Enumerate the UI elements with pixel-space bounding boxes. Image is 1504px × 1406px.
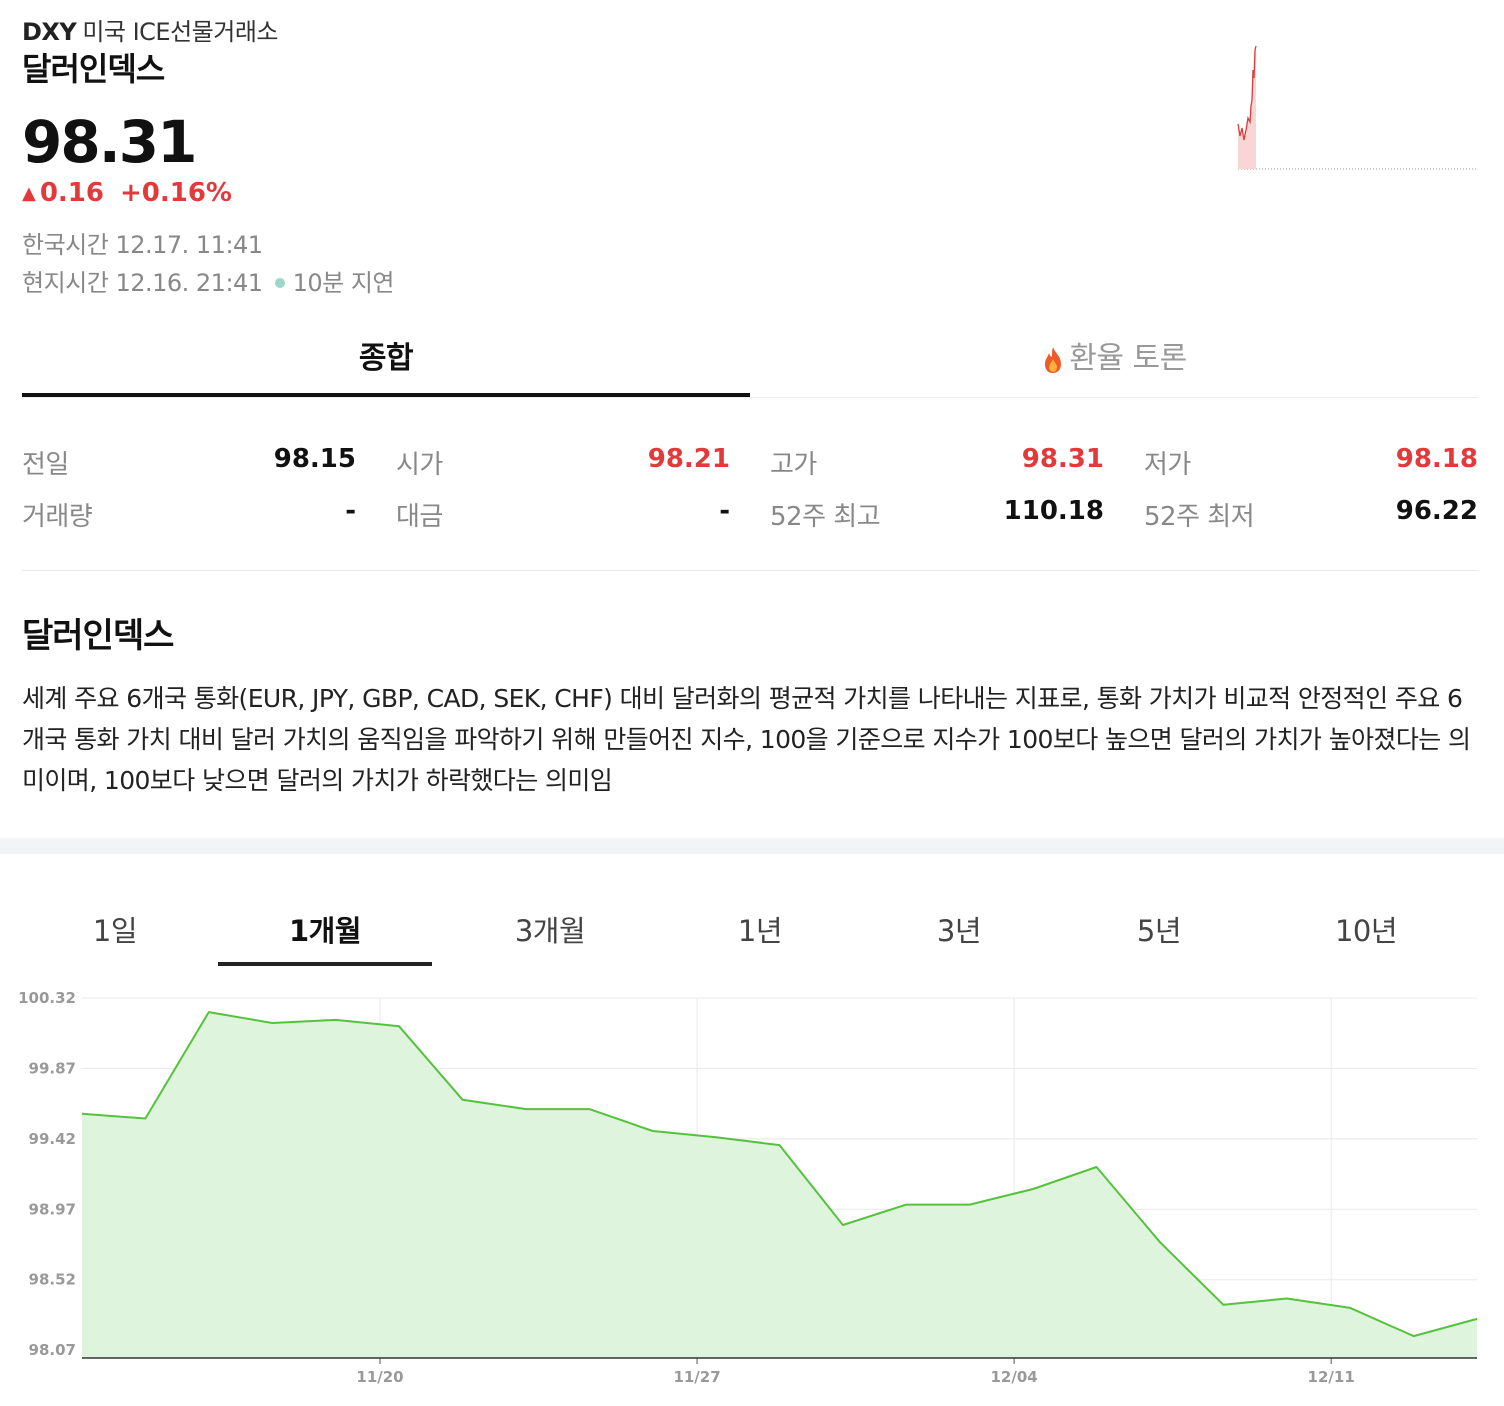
stat-value: 110.18 [1003,495,1104,526]
stat-label: 저가 [1144,449,1191,480]
y-tick-label: 98.52 [29,1271,76,1289]
description-title: 달러인덱스 [22,616,174,656]
stat-label: 전일 [22,449,69,480]
price-chart[interactable]: 100.32 99.87 99.42 98.97 98.52 98.07 11/20 11/2… [0,980,1504,1400]
delay-label: 10분 지연 [292,269,395,297]
stat-label: 거래량 [22,501,93,532]
y-tick-label: 99.87 [29,1059,76,1077]
main-tabs: 종합 환율 토론 [22,322,1478,398]
stat-label: 고가 [770,449,817,480]
stat-value: 98.21 [647,443,730,474]
stats-grid: 전일 98.15 시가 98.21 고가 98.31 저가 98.18 거래량 - 대금 -… [22,436,1478,540]
instrument-name: 달러인덱스 [22,50,165,88]
current-price: 98.31 [22,108,197,176]
status-dot-icon [274,277,285,288]
stat-value: 98.31 [1021,443,1104,474]
stat-value: - [345,495,356,526]
y-tick-label: 98.07 [29,1341,76,1359]
stat-value: 96.22 [1395,495,1478,526]
sparkline-area [1238,46,1256,169]
y-tick-label: 99.42 [29,1130,76,1148]
stat-52w-low: 52주 최저 96.22 [1144,496,1478,533]
stat-high: 고가 98.31 [770,444,1104,481]
stat-value: 98.18 [1395,443,1478,474]
period-10y[interactable]: 10년 [1320,900,1412,962]
stat-volume: 거래량 - [22,496,356,533]
fire-icon [1045,346,1062,373]
stat-label: 52주 최고 [770,501,881,532]
stat-label: 52주 최저 [1144,501,1255,532]
stat-amount: 대금 - [396,496,730,533]
stat-label: 대금 [396,501,443,532]
exchange: 미국 ICE선물거래소 [82,18,279,46]
symbol: DXY [22,18,77,46]
intraday-sparkline [1237,45,1478,170]
ticker-line: DXY 미국 ICE선물거래소 [22,16,279,48]
period-3y[interactable]: 3년 [914,900,1004,962]
description-text: 세계 주요 6개국 통화(EUR, JPY, GBP, CAD, SEK, CH… [22,684,1471,795]
period-5y[interactable]: 5년 [1114,900,1204,962]
change-percent: +0.16% [120,178,232,208]
kst-time: 한국시간 12.17. 11:41 [22,231,263,259]
period-1d[interactable]: 1일 [70,900,160,962]
x-tick-label: 11/20 [356,1368,403,1386]
stat-prev-close: 전일 98.15 [22,444,356,481]
period-tabs: 1일 1개월 3개월 1년 3년 5년 10년 [0,900,1504,966]
tab-discussion-label: 환율 토론 [1069,341,1187,376]
x-tick-label: 12/04 [990,1368,1037,1386]
tab-overview[interactable]: 종합 [22,322,750,397]
y-tick-label: 98.97 [29,1200,76,1218]
stat-value: - [719,495,730,526]
stats-row: 전일 98.15 시가 98.21 고가 98.31 저가 98.18 [22,436,1478,488]
chart-area-fill [82,1012,1477,1358]
period-1y[interactable]: 1년 [715,900,805,962]
local-time-row: 현지시간 12.16. 21:41 10분 지연 [22,264,395,302]
x-tick-label: 11/27 [673,1368,720,1386]
time-info: 한국시간 12.17. 11:41 현지시간 12.16. 21:41 10분 지… [22,226,395,302]
stat-open: 시가 98.21 [396,444,730,481]
section-divider [22,570,1478,571]
section-separator [0,838,1504,854]
stats-row: 거래량 - 대금 - 52주 최고 110.18 52주 최저 96.22 [22,488,1478,540]
tab-exchange-discussion[interactable]: 환율 토론 [750,322,1478,397]
quote-header: DXY 미국 ICE선물거래소 달러인덱스 [22,16,279,90]
price-change: ▲ 0.16 +0.16% [22,178,232,208]
change-value: 0.16 [39,178,104,208]
period-1m[interactable]: 1개월 [218,900,432,966]
x-tick-label: 12/11 [1308,1368,1355,1386]
period-3m[interactable]: 3개월 [490,900,610,962]
y-tick-label: 100.32 [18,989,76,1007]
stat-low: 저가 98.18 [1144,444,1478,481]
up-arrow-icon: ▲ [22,182,36,204]
stat-value: 98.15 [273,443,356,474]
local-time: 현지시간 12.16. 21:41 [22,269,263,297]
stat-52w-high: 52주 최고 110.18 [770,496,1104,533]
stat-label: 시가 [396,449,443,480]
